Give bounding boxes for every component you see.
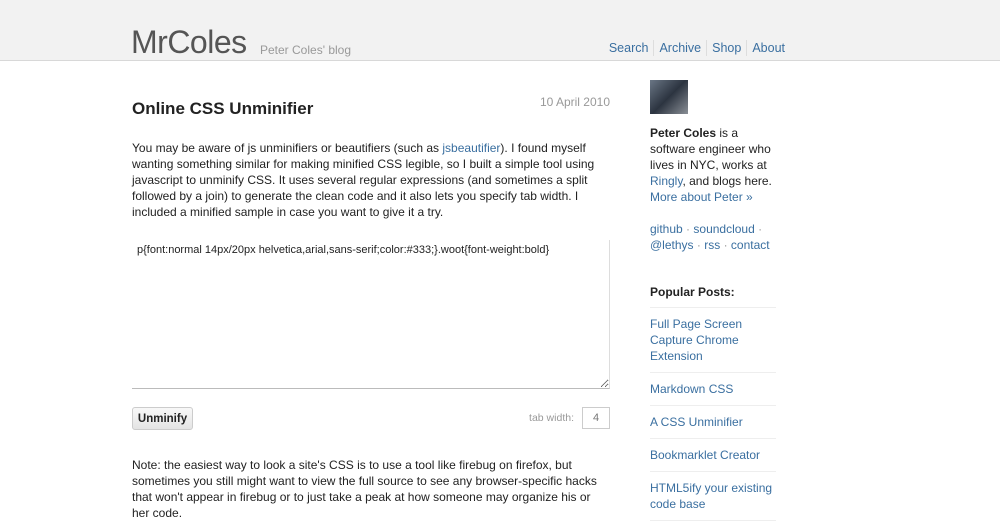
post: Online CSS Unminifier 10 April 2010 You … — [132, 90, 610, 520]
jsbeautifier-link[interactable]: jsbeautifier — [442, 141, 500, 155]
main-nav: Search Archive Shop About — [604, 40, 790, 56]
more-about-link[interactable]: More about Peter » — [650, 190, 753, 204]
popular-post-link[interactable]: HTML5ify your existing code base — [650, 481, 772, 511]
popular-post-item: A CSS Unminifier — [650, 406, 776, 439]
popular-post-item: Markdown CSS — [650, 373, 776, 406]
post-date: 10 April 2010 — [539, 95, 610, 109]
github-link[interactable]: github — [650, 222, 683, 236]
site-logo[interactable]: MrColes — [131, 24, 247, 61]
site-header: MrColes Peter Coles' blog Search Archive… — [0, 0, 1000, 61]
soundcloud-link[interactable]: soundcloud — [693, 222, 754, 236]
bio-name: Peter Coles — [650, 126, 717, 140]
separator: · — [758, 222, 763, 236]
post-intro: You may be aware of js unminifiers or be… — [132, 140, 610, 220]
rss-link[interactable]: rss — [704, 238, 720, 252]
contact-link[interactable]: contact — [731, 238, 770, 252]
sidebar: Peter Coles is a software engineer who l… — [650, 80, 776, 521]
separator: · — [686, 222, 691, 236]
separator: · — [696, 238, 701, 252]
popular-post-item: Bookmarklet Creator — [650, 439, 776, 472]
css-input[interactable]: p{font:normal 14px/20px helvetica,arial,… — [132, 240, 610, 389]
ringly-link[interactable]: Ringly — [650, 174, 682, 188]
tab-width-label: tab width: — [529, 412, 574, 424]
popular-post-item: HTML5ify your existing code base — [650, 472, 776, 521]
social-links: github · soundcloud · @lethys · rss · co… — [650, 221, 776, 253]
bio-text: , and blogs here. — [682, 174, 772, 188]
popular-post-link[interactable]: A CSS Unminifier — [650, 415, 743, 429]
post-title: Online CSS Unminifier — [132, 99, 314, 118]
nav-about[interactable]: About — [746, 40, 790, 56]
nav-shop[interactable]: Shop — [706, 40, 746, 56]
separator: · — [723, 238, 728, 252]
nav-archive[interactable]: Archive — [653, 40, 706, 56]
nav-search[interactable]: Search — [604, 40, 654, 56]
popular-posts-title: Popular Posts: — [650, 285, 776, 308]
avatar — [650, 80, 688, 114]
unminify-button[interactable]: Unminify — [132, 407, 193, 430]
tab-width-input[interactable] — [582, 407, 610, 429]
intro-text: You may be aware of js unminifiers or be… — [132, 141, 443, 155]
popular-post-link[interactable]: Markdown CSS — [650, 382, 733, 396]
twitter-link[interactable]: @lethys — [650, 238, 694, 252]
bio: Peter Coles is a software engineer who l… — [650, 125, 776, 205]
popular-post-link[interactable]: Bookmarklet Creator — [650, 448, 760, 462]
site-tagline: Peter Coles' blog — [260, 43, 352, 57]
popular-post-link[interactable]: Full Page Screen Capture Chrome Extensio… — [650, 317, 742, 363]
post-note: Note: the easiest way to look a site's C… — [132, 458, 597, 520]
popular-post-item: Full Page Screen Capture Chrome Extensio… — [650, 308, 776, 373]
